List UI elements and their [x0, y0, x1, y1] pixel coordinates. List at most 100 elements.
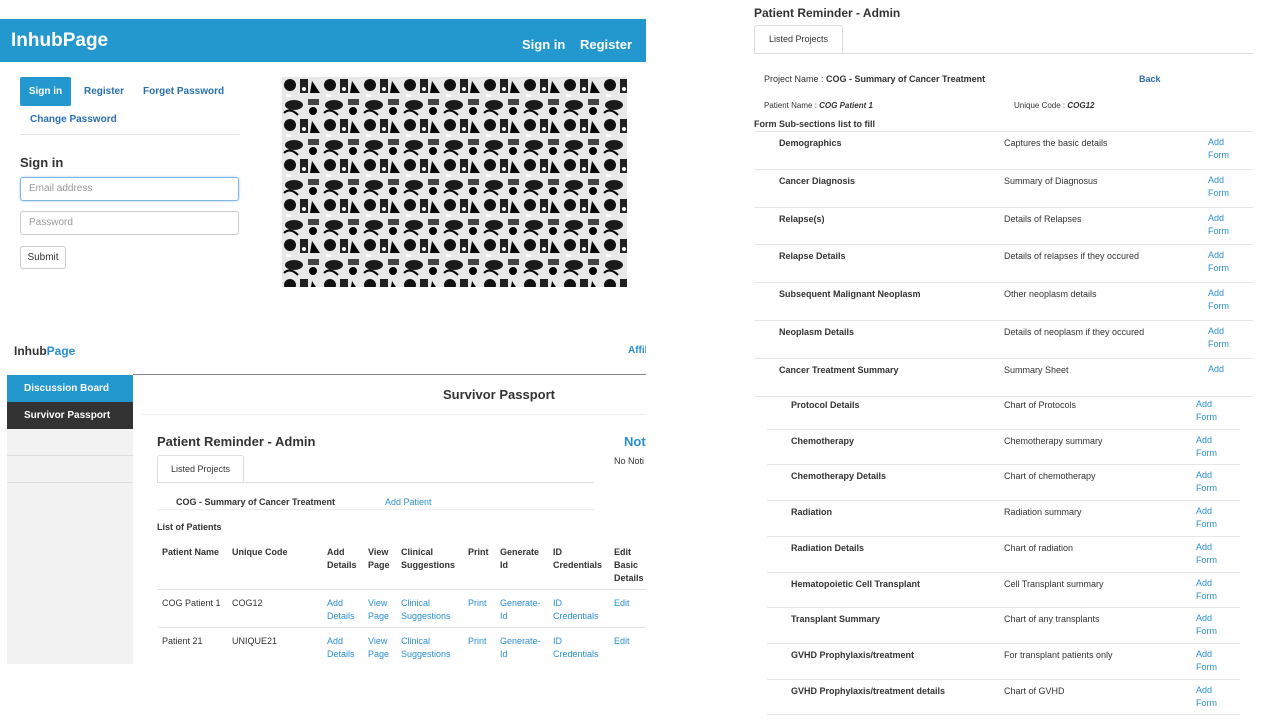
clinical-suggestions-link[interactable]: Clinical Suggestions — [401, 597, 461, 623]
add-form-link[interactable]: Add Form — [1208, 136, 1238, 162]
add-form-link[interactable]: Add — [1208, 363, 1238, 376]
subsection-divider — [767, 714, 1240, 715]
sidebar-item-discussion-board[interactable]: Discussion Board — [7, 375, 133, 402]
section-divider — [754, 131, 1253, 132]
tab-listed-projects[interactable]: Listed Projects — [157, 455, 244, 483]
subsection-description: Cell Transplant summary — [1004, 579, 1104, 589]
tab-change-password[interactable]: Change Password — [30, 114, 117, 125]
project-name-label: Project Name : — [764, 74, 827, 84]
subsection-name: Transplant Summary — [791, 614, 881, 624]
tab-listed-projects[interactable]: Listed Projects — [754, 25, 843, 54]
table-row-divider — [157, 589, 646, 590]
column-header-id-credentials: ID Credentials — [553, 547, 603, 570]
title-divider — [140, 414, 646, 415]
tab-signin[interactable]: Sign in — [20, 77, 71, 106]
add-form-link[interactable]: Add Form — [1196, 505, 1226, 531]
generate-id-link[interactable]: Generate-Id — [500, 597, 544, 623]
subsection-name: Chemotherapy — [791, 436, 855, 446]
notices-title: Noti — [624, 434, 646, 449]
add-form-link[interactable]: Add Form — [1196, 469, 1226, 495]
subsection-divider — [767, 572, 1240, 573]
brand-main: Inhub — [14, 344, 47, 358]
brand-logo-small[interactable]: InhubPage — [14, 344, 75, 358]
add-form-link[interactable]: Add Form — [1196, 434, 1226, 460]
subsection-name: GVHD Prophylaxis/treatment details — [791, 686, 946, 696]
submit-button[interactable]: Submit — [20, 246, 66, 269]
tab-register[interactable]: Register — [84, 86, 124, 97]
subsection-description: Chart of GVHD — [1004, 686, 1065, 696]
section-description: Summary Sheet — [1004, 365, 1069, 375]
section-divider — [754, 320, 1253, 321]
add-form-link[interactable]: Add Form — [1196, 612, 1226, 638]
sidebar-divider — [7, 455, 133, 456]
add-details-link[interactable]: Add Details — [327, 597, 361, 623]
add-form-link[interactable]: Add Form — [1196, 684, 1226, 710]
unique-code-value: COG12 — [1067, 101, 1095, 110]
section-divider — [754, 207, 1253, 208]
password-field[interactable]: Password — [20, 211, 239, 235]
view-page-link[interactable]: View Page — [368, 635, 396, 661]
section-name: Cancer Diagnosis — [779, 176, 856, 186]
tab-divider — [157, 482, 594, 483]
section-description: Details of neoplasm if they occured — [1004, 327, 1145, 337]
affiliation-link[interactable]: Affil — [628, 345, 646, 356]
add-details-link[interactable]: Add Details — [327, 635, 361, 661]
section-divider — [754, 358, 1253, 359]
print-link[interactable]: Print — [468, 635, 496, 648]
brand-accent: Page — [46, 344, 76, 358]
subsection-description: Chart of radiation — [1004, 543, 1074, 553]
column-header-edit-basic-details: Edit Basic Details — [614, 547, 644, 583]
section-description: Details of relapses if they occured — [1004, 251, 1140, 261]
add-form-link[interactable]: Add Form — [1196, 541, 1226, 567]
add-form-link[interactable]: Add Form — [1208, 325, 1238, 351]
cell-patient-name: COG Patient 1 — [162, 598, 221, 608]
add-form-link[interactable]: Add Form — [1208, 174, 1238, 200]
cell-unique-code: COG12 — [232, 598, 263, 608]
add-form-link[interactable]: Add Form — [1196, 577, 1226, 603]
tab-forget-password[interactable]: Forget Password — [143, 86, 224, 97]
forms-title: Patient Reminder - Admin — [754, 6, 901, 20]
sidebar-divider — [7, 482, 133, 483]
subsection-divider — [767, 607, 1240, 608]
section-description: Details of Relapses — [1004, 214, 1082, 224]
sidebar-item-survivor-passport[interactable]: Survivor Passport — [7, 402, 133, 429]
subsection-divider — [767, 679, 1240, 680]
add-form-link[interactable]: Add Form — [1196, 398, 1226, 424]
edit-link[interactable]: Edit — [614, 635, 644, 648]
section-name: Neoplasm Details — [779, 327, 855, 337]
id-credentials-link[interactable]: ID Credentials — [553, 597, 607, 623]
section-divider — [754, 282, 1253, 283]
nav-signin-link[interactable]: Sign in — [522, 37, 565, 52]
add-form-link[interactable]: Add Form — [1208, 249, 1238, 275]
add-form-link[interactable]: Add Form — [1208, 212, 1238, 238]
subsection-name: Hematopoietic Cell Transplant — [791, 579, 921, 589]
id-credentials-link[interactable]: ID Credentials — [553, 635, 607, 661]
form-subsections-heading: Form Sub-sections list to fill — [754, 119, 876, 129]
section-description: Other neoplasm details — [1004, 289, 1097, 299]
tabs-divider — [20, 134, 239, 135]
generate-id-link[interactable]: Generate-Id — [500, 635, 544, 661]
section-description: Captures the basic details — [1004, 138, 1108, 148]
project-name: COG - Summary of Cancer Treatment — [176, 497, 336, 507]
header-divider — [133, 374, 646, 375]
email-field[interactable]: Email address — [20, 177, 239, 201]
back-link[interactable]: Back — [1139, 74, 1161, 84]
subsection-divider — [767, 536, 1240, 537]
subsection-name: Chemotherapy Details — [791, 471, 887, 481]
cell-patient-name: Patient 21 — [162, 636, 203, 646]
section-divider — [754, 396, 1253, 397]
print-link[interactable]: Print — [468, 597, 496, 610]
brand-logo[interactable]: InhubPage — [11, 30, 108, 52]
column-header-view-page: View Page — [368, 547, 390, 570]
clinical-suggestions-link[interactable]: Clinical Suggestions — [401, 635, 461, 661]
subsection-name: Radiation Details — [791, 543, 865, 553]
section-name: Relapse(s) — [779, 214, 825, 224]
nav-register-link[interactable]: Register — [580, 37, 632, 52]
subsection-description: Chart of chemotherapy — [1004, 471, 1096, 481]
edit-link[interactable]: Edit — [614, 597, 644, 610]
add-form-link[interactable]: Add Form — [1208, 287, 1238, 313]
view-page-link[interactable]: View Page — [368, 597, 396, 623]
add-form-link[interactable]: Add Form — [1196, 648, 1226, 674]
table-row-divider — [157, 627, 646, 628]
add-patient-link[interactable]: Add Patient — [385, 497, 432, 507]
